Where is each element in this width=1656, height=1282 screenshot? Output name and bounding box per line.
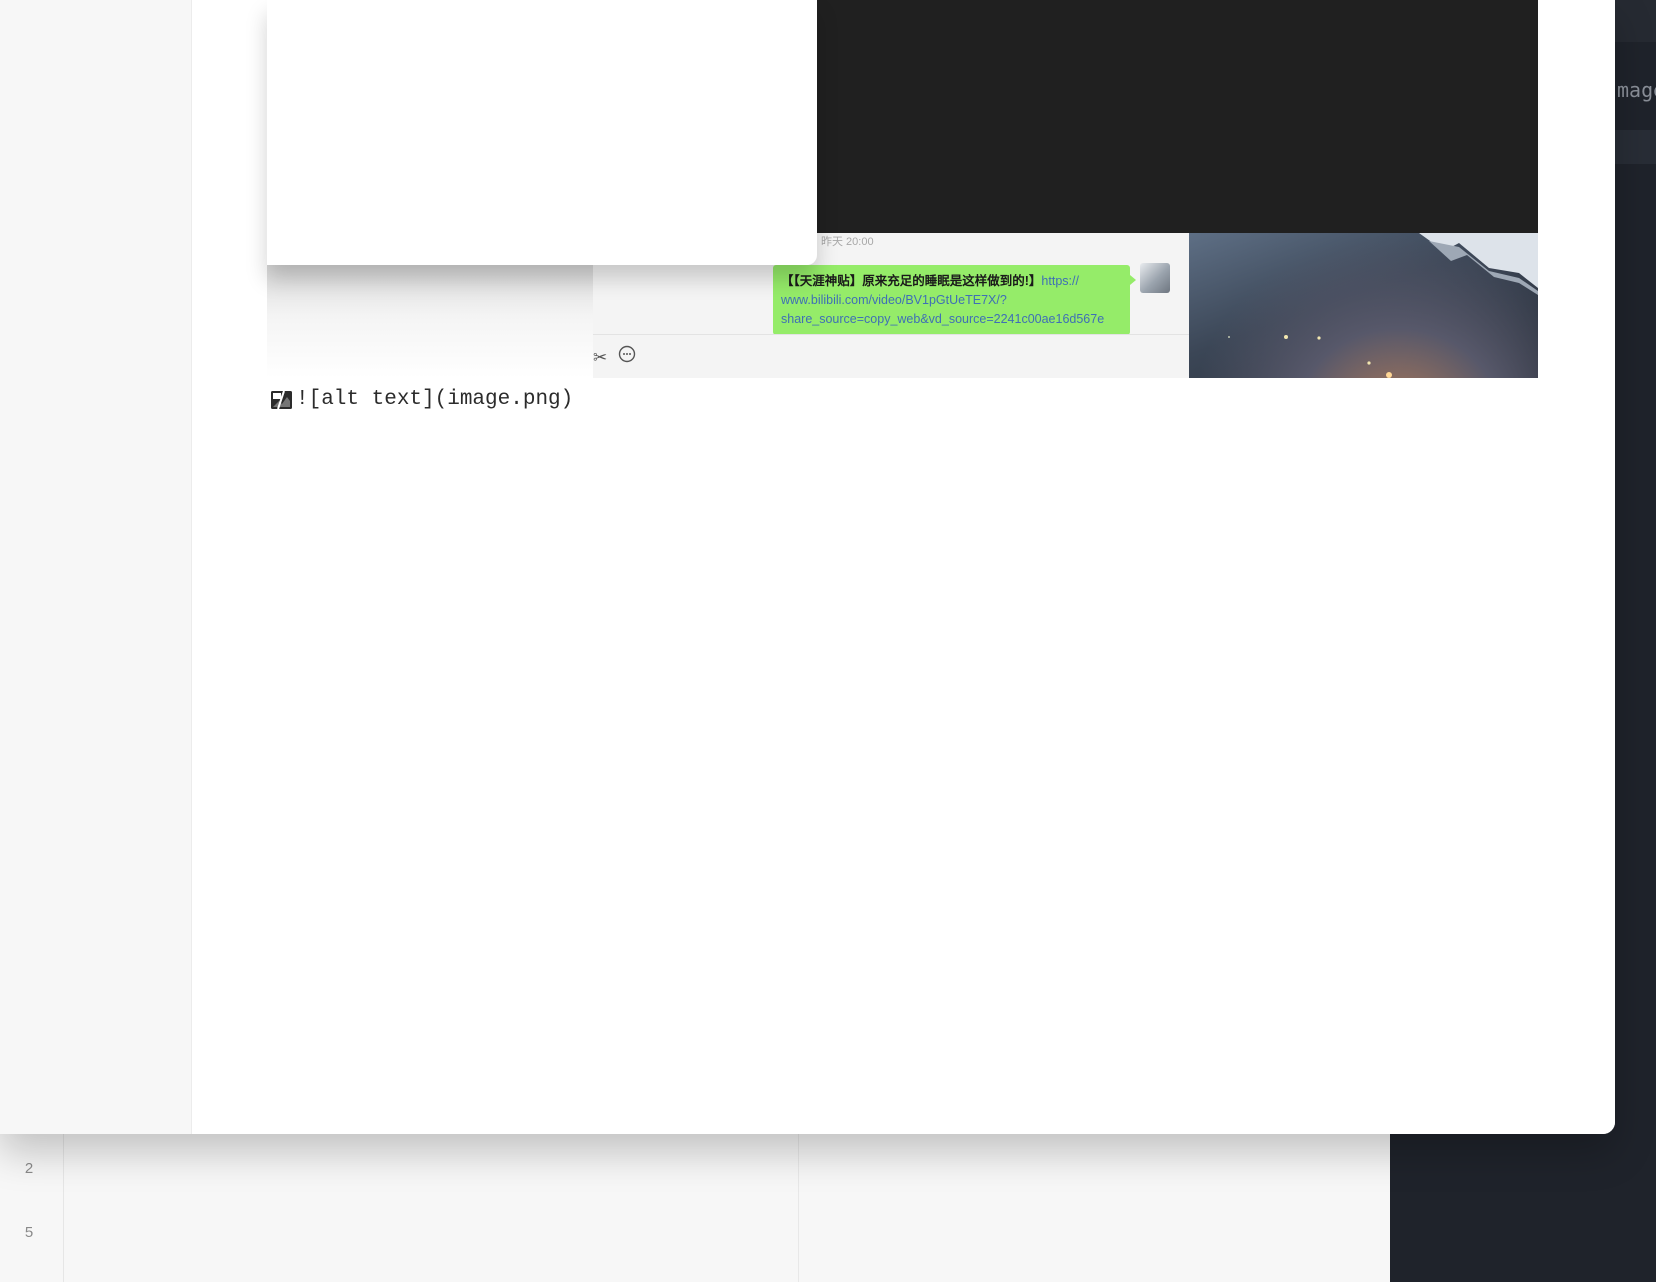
avatar	[1140, 263, 1170, 293]
background-tab-highlight	[1610, 130, 1656, 164]
preview-dark-area	[817, 0, 1538, 233]
message-link-line: share_source=copy_web&vd_source=2241c00a…	[781, 312, 1105, 326]
chat-input-bar: ✂	[593, 334, 1189, 378]
scissors-icon: ✂	[593, 348, 608, 367]
chat-bubble-icon	[613, 345, 636, 367]
row-number[interactable]: 2	[0, 1160, 58, 1177]
image-placeholder-icon	[270, 389, 293, 411]
chat-message-bubble: 【【天涯神贴】原来充足的睡眠是这样做到的!】https:// www.bilib…	[773, 265, 1136, 335]
message-title: 【【天涯神贴】原来充足的睡眠是这样做到的!】	[781, 274, 1042, 288]
chat-timestamp: 昨天 20:00	[821, 236, 874, 248]
message-link-line: https://	[1041, 274, 1079, 288]
background-image-label: mage	[1617, 78, 1656, 102]
preview-white-panel	[267, 0, 817, 265]
markdown-text[interactable]: ![alt text](image.png)	[296, 388, 573, 411]
preview-photo-thumbnail	[1189, 233, 1538, 378]
row-number[interactable]: 5	[0, 1224, 58, 1241]
editor-sidebar	[0, 0, 192, 1134]
preview-shadow-strip	[267, 265, 593, 378]
image-preview[interactable]: 昨天 20:00 【【天涯神贴】原来充足的睡眠是这样做到的!】https:// …	[267, 0, 1538, 378]
editor-window: 昨天 20:00 【【天涯神贴】原来充足的睡眠是这样做到的!】https:// …	[0, 0, 1615, 1134]
message-link-line: www.bilibili.com/video/BV1pGtUeTE7X/?	[781, 293, 1007, 307]
markdown-image-line[interactable]: ![alt text](image.png)	[270, 388, 573, 414]
